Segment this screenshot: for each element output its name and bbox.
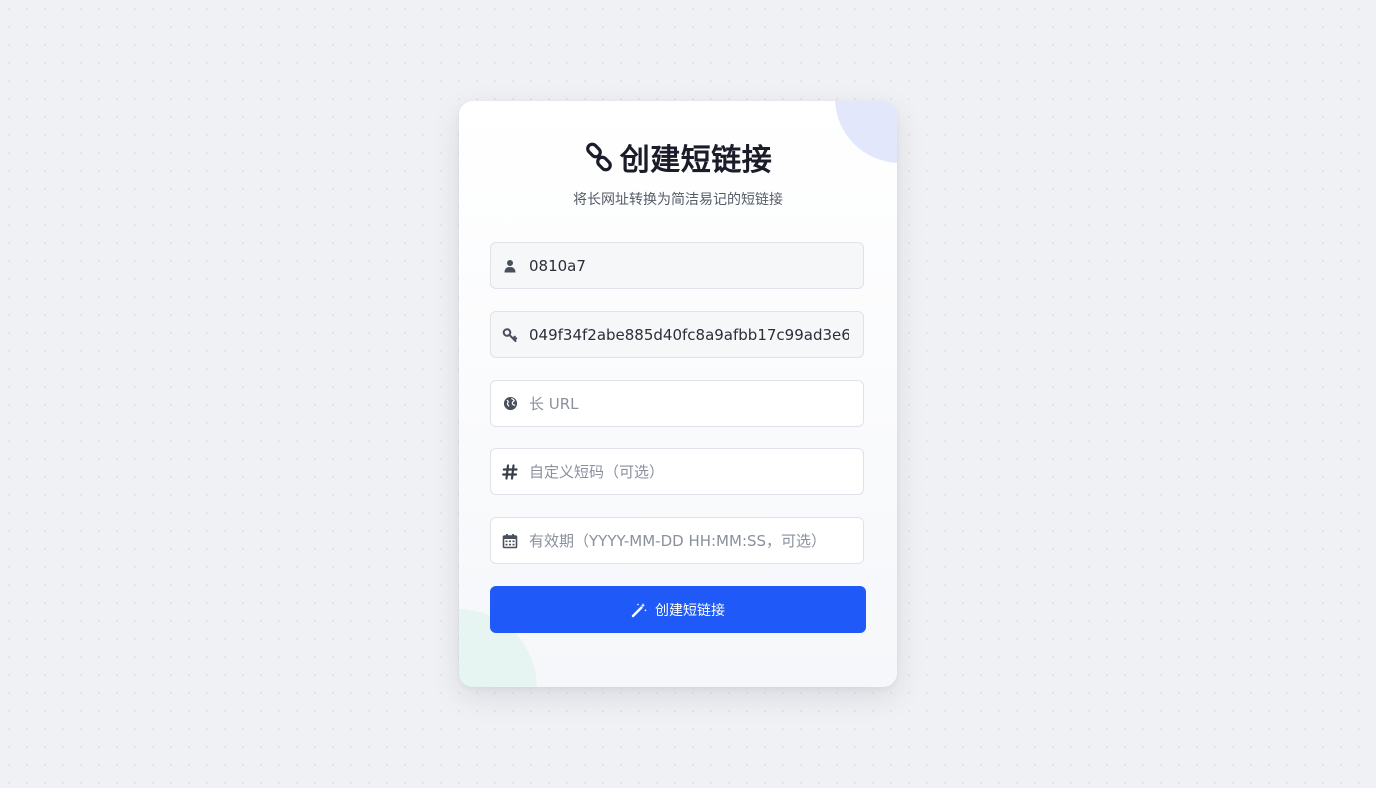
api-key-field[interactable] bbox=[490, 311, 864, 358]
magic-wand-icon bbox=[631, 602, 647, 618]
calendar-icon bbox=[491, 533, 529, 549]
create-short-link-button[interactable]: 创建短链接 bbox=[490, 586, 866, 633]
key-icon bbox=[491, 327, 529, 343]
hashtag-icon bbox=[491, 463, 529, 480]
username-input[interactable] bbox=[529, 243, 849, 288]
link-icon bbox=[584, 142, 614, 172]
page-subtitle: 将长网址转换为简洁易记的短链接 bbox=[573, 192, 783, 208]
expiry-input[interactable] bbox=[529, 518, 849, 563]
username-field[interactable] bbox=[490, 242, 864, 289]
api-key-input[interactable] bbox=[529, 312, 849, 357]
custom-code-field[interactable] bbox=[490, 448, 864, 495]
create-link-card: 创建短链接 将长网址转换为简洁易记的短链接 0810a7 049f34f2abe… bbox=[459, 101, 897, 687]
page-title: 创建短链接 bbox=[619, 143, 773, 178]
custom-code-input[interactable] bbox=[529, 449, 849, 494]
globe-icon bbox=[491, 396, 529, 411]
long-url-input[interactable] bbox=[529, 381, 849, 426]
expiry-field[interactable] bbox=[490, 517, 864, 564]
user-icon bbox=[491, 259, 529, 273]
create-short-link-button-label: 创建短链接 bbox=[655, 602, 725, 619]
long-url-field[interactable] bbox=[490, 380, 864, 427]
page-header: 创建短链接 bbox=[459, 137, 897, 178]
